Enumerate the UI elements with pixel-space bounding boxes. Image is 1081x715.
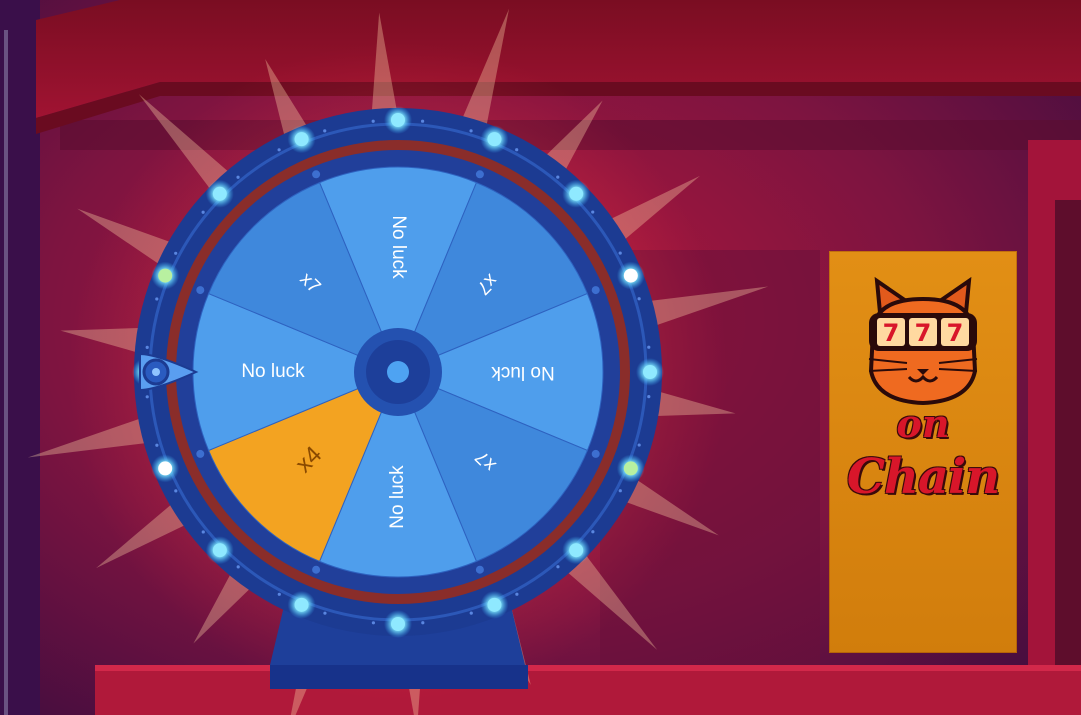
rim-star	[618, 489, 622, 493]
rim-light	[391, 113, 405, 127]
rim-light	[487, 597, 502, 612]
rim-light	[487, 132, 502, 147]
wheel-peg	[196, 286, 205, 295]
rim-star	[371, 621, 376, 625]
wheel-segment-label: No luck	[491, 362, 555, 383]
rim-star	[145, 395, 149, 399]
rim-star	[174, 489, 178, 493]
wheel-segment-label: No luck	[241, 361, 305, 382]
sign-word-chain: Chain	[846, 449, 1000, 505]
rim-light	[391, 617, 405, 631]
wheel-segment-label: No luck	[387, 465, 408, 529]
rim-star	[145, 345, 149, 350]
rim-star	[469, 611, 473, 615]
rim-light	[158, 268, 173, 283]
rim-star	[637, 443, 641, 447]
reel-digit-3: 7	[947, 319, 964, 347]
rim-star	[421, 621, 425, 625]
rim-star	[556, 175, 560, 179]
wheel-peg	[591, 286, 600, 295]
rim-light	[212, 186, 227, 201]
wheel-center-dot	[387, 361, 409, 383]
rim-light	[158, 461, 173, 476]
wheel-stand-base	[270, 665, 528, 689]
rim-star	[155, 443, 159, 447]
wheel-peg	[312, 170, 321, 179]
wheel-peg	[196, 449, 205, 458]
rim-light	[623, 461, 638, 476]
rim-star	[201, 210, 205, 214]
right-pillar-shade	[1055, 200, 1081, 680]
on-chain-sign: 7 7 7 on Chain	[829, 251, 1017, 653]
left-rail	[4, 30, 8, 715]
rim-light	[623, 268, 638, 283]
rim-star	[323, 611, 327, 615]
rim-star	[277, 592, 281, 596]
wheel-peg	[475, 565, 484, 574]
wheel-peg	[312, 565, 321, 574]
rim-star	[647, 345, 651, 349]
rim-star	[420, 119, 425, 123]
wheel-peg	[475, 170, 484, 179]
rim-star	[236, 565, 240, 569]
counter-edge	[95, 665, 1081, 671]
rim-star	[155, 297, 159, 301]
rim-star	[236, 175, 240, 179]
rim-star	[515, 148, 519, 152]
wheel-segment-label: No luck	[388, 215, 409, 279]
rim-star	[591, 530, 595, 534]
rim-star	[174, 251, 178, 255]
rim-star	[591, 210, 595, 214]
sign-word-on: on	[896, 401, 950, 446]
rim-star	[556, 565, 560, 569]
rim-star	[277, 148, 281, 152]
rim-star	[323, 129, 327, 133]
rim-star	[637, 297, 641, 301]
counter-top	[95, 665, 1081, 715]
rim-light	[212, 543, 227, 558]
rim-light	[643, 365, 657, 379]
reel-digit-1: 7	[883, 319, 900, 347]
rim-star	[371, 119, 375, 123]
rim-light	[569, 186, 584, 201]
rim-star	[515, 592, 519, 596]
cat-slot-logo-icon: 7 7 7	[868, 276, 978, 406]
rim-light	[294, 597, 309, 612]
rim-star	[469, 129, 473, 133]
rim-light	[569, 543, 584, 558]
rim-star	[618, 251, 622, 255]
wheel-peg	[591, 449, 600, 458]
rim-light	[294, 132, 309, 147]
rim-star	[201, 530, 205, 534]
rim-star	[647, 394, 651, 399]
reel-digit-2: 7	[915, 319, 932, 347]
